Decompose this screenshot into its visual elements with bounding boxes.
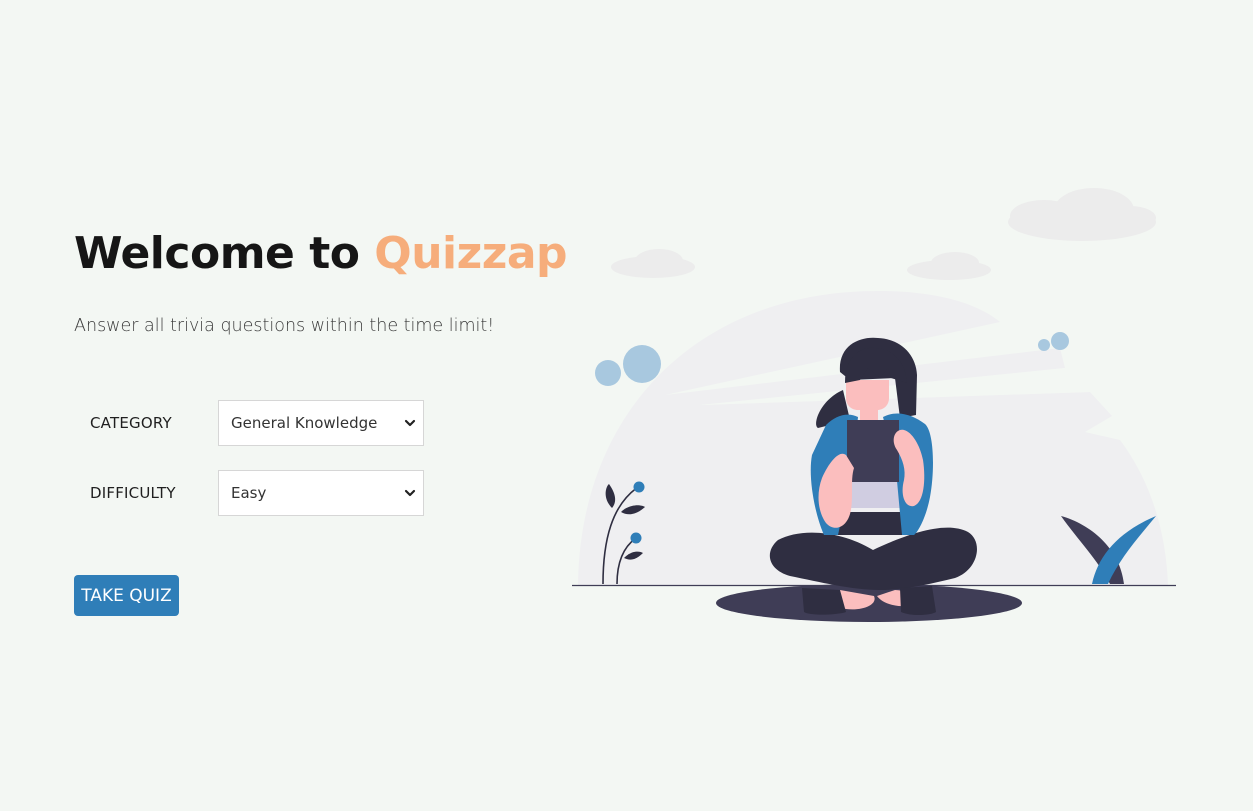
hero-panel: Welcome to Quizzap Answer all trivia que… — [74, 222, 594, 616]
take-quiz-button[interactable]: TAKE QUIZ — [74, 575, 179, 616]
bubble-icon — [1051, 332, 1069, 350]
brand-name: Quizzap — [374, 228, 568, 279]
chevron-down-icon — [404, 489, 416, 497]
category-selected-value: General Knowledge — [231, 414, 378, 432]
category-select[interactable]: General Knowledge — [218, 400, 424, 446]
difficulty-label: DIFFICULTY — [90, 484, 176, 502]
chevron-down-icon — [404, 419, 416, 427]
woman-reading-tablet-illustration — [572, 188, 1176, 622]
category-label: CATEGORY — [90, 414, 172, 432]
difficulty-selected-value: Easy — [231, 484, 267, 502]
difficulty-row: DIFFICULTY Easy — [74, 470, 424, 516]
page-subtitle: Answer all trivia questions within the t… — [74, 316, 495, 336]
cloud-icon — [1008, 188, 1156, 241]
category-row: CATEGORY General Knowledge — [74, 400, 424, 446]
cloud-icon — [611, 249, 695, 278]
landing-page: Welcome to Quizzap Answer all trivia que… — [0, 0, 1253, 811]
bubble-icon — [1038, 339, 1050, 351]
difficulty-select[interactable]: Easy — [218, 470, 424, 516]
page-title: Welcome to Quizzap — [74, 222, 594, 286]
title-prefix: Welcome to — [74, 228, 375, 279]
bubble-icon — [595, 360, 621, 386]
cloud-icon — [907, 252, 991, 280]
bubble-icon — [623, 345, 661, 383]
